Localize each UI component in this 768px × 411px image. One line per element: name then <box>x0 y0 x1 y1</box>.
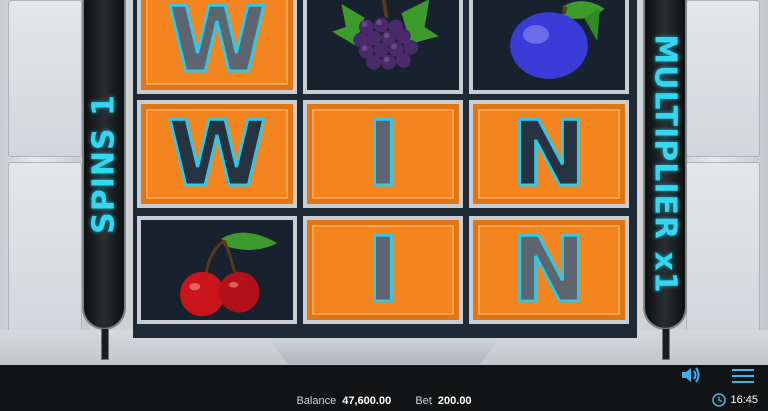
clock-icon <box>712 393 727 407</box>
balance-bet-info: Balance 47,600.00 Bet 200.00 <box>0 395 768 407</box>
letter-w: W <box>166 100 268 208</box>
reel-cell-i: I <box>303 100 463 208</box>
reel-cell-plum <box>469 0 629 94</box>
reel-cell-n: N <box>469 216 629 324</box>
balance-value: 47,600.00 <box>342 395 392 407</box>
multiplier-pillar: MULTIPLIER x1 <box>645 0 685 328</box>
sound-icon[interactable] <box>680 366 702 389</box>
reel-cell-w: W <box>137 100 297 208</box>
letter-w: W <box>166 0 268 94</box>
plum-icon <box>510 1 605 79</box>
letter-i: I <box>365 100 402 208</box>
letter-n: N <box>510 216 588 324</box>
balance-label: Balance <box>296 395 337 407</box>
bet-label: Bet <box>415 395 432 407</box>
menu-icon[interactable] <box>732 368 754 389</box>
status-bar: Balance 47,600.00 Bet 200.00 16:45 <box>0 365 768 411</box>
reel-cell-w: W <box>137 0 297 94</box>
letter-i: I <box>365 216 402 324</box>
right-side-panel <box>678 0 768 365</box>
bet-value: 200.00 <box>437 395 472 407</box>
reel-cell-cherries <box>137 216 297 324</box>
multiplier-indicator: MULTIPLIER x1 <box>647 34 683 294</box>
reel-grid: W W I N I N <box>133 0 637 338</box>
clock: 16:45 <box>712 393 758 407</box>
reel-cell-n: N <box>469 100 629 208</box>
cherries-icon <box>179 232 278 317</box>
right-cable <box>662 328 670 360</box>
reel-stand <box>270 342 498 364</box>
time-display: 16:45 <box>730 394 758 406</box>
spins-pillar: SPINS 1 <box>84 0 124 328</box>
reel-cell-grapes <box>303 0 463 94</box>
spins-counter: SPINS 1 <box>86 94 122 234</box>
left-side-panel <box>0 0 90 365</box>
reel-cell-i: I <box>303 216 463 324</box>
grapes-icon <box>332 0 439 70</box>
left-cable <box>101 328 109 360</box>
letter-n: N <box>510 100 588 208</box>
